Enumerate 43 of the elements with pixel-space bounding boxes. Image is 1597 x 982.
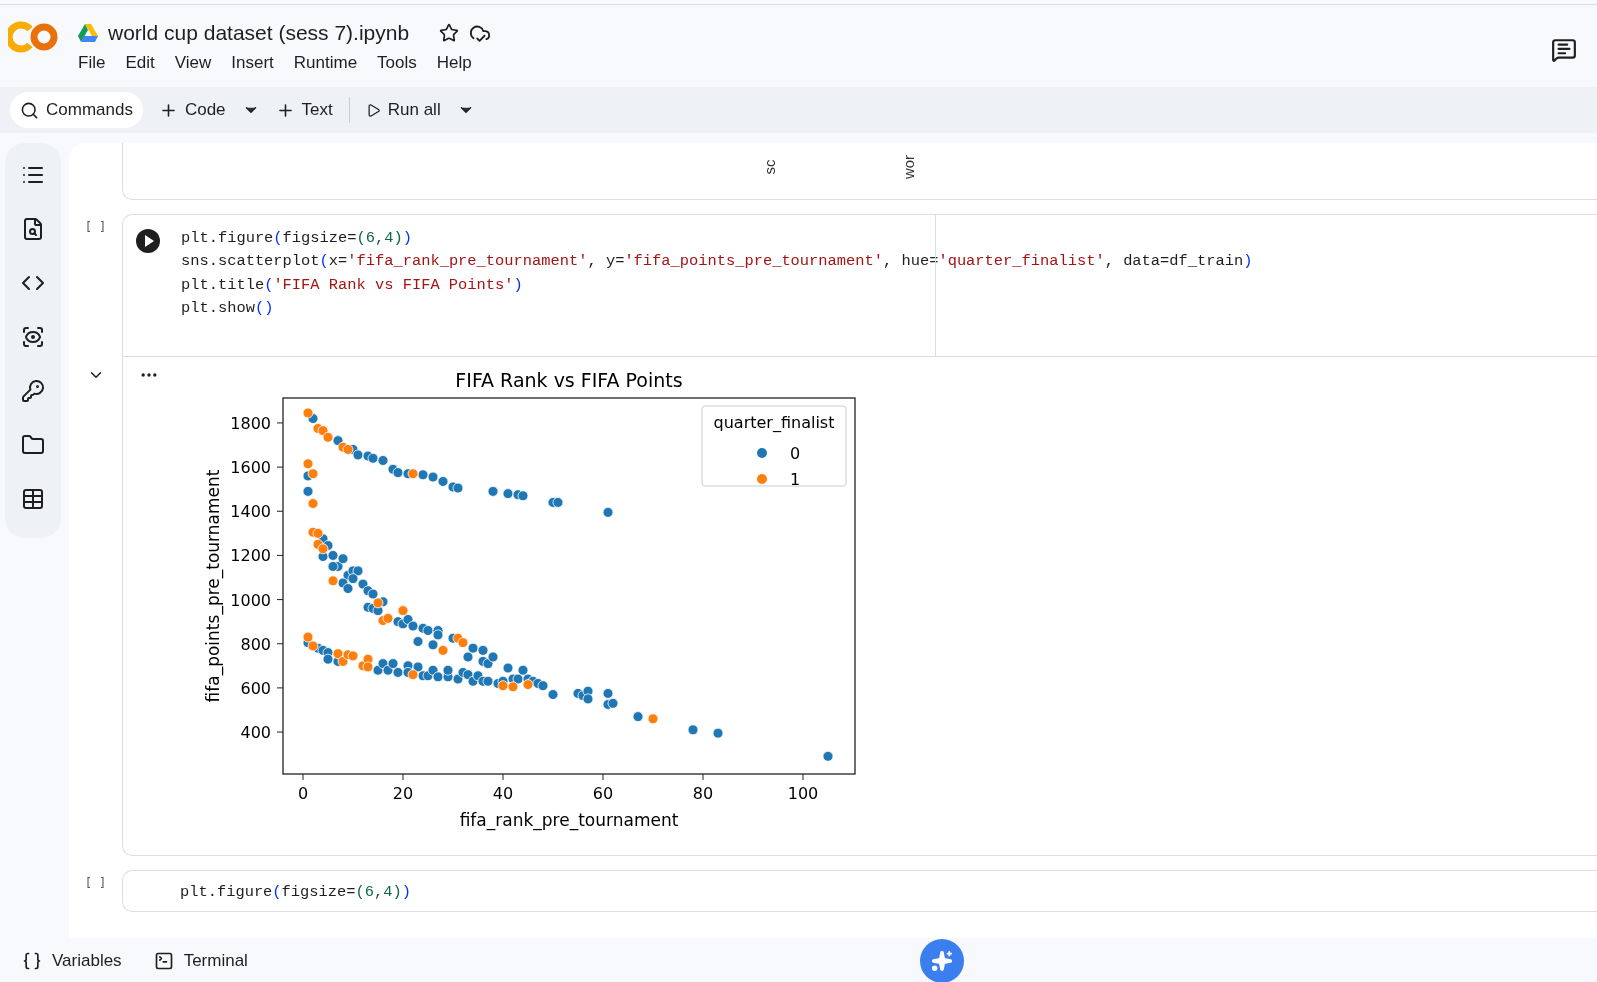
tick-label: 40: [492, 784, 514, 804]
notebook-title[interactable]: world cup dataset (sess 7).ipynb: [108, 21, 410, 45]
y-axis-label: fifa_points_pre_tournament: [203, 469, 223, 703]
menu-item[interactable]: Runtime: [293, 53, 358, 73]
code-line: sns.scatterplot(x='fifa_rank_pre_tournament', y='fifa_points_pre_tournament', hue='quarter_finalist', data=df_train): [181, 251, 1253, 273]
tick-label: 80: [692, 784, 714, 804]
commands-button[interactable]: Commands: [10, 92, 143, 128]
tick-label: 400: [240, 723, 271, 743]
tick-label: 600: [240, 679, 271, 699]
code-line: plt.figure(figsize=(6,4)): [181, 228, 413, 249]
legend-label: 1: [790, 470, 801, 490]
column-header: wor: [900, 154, 919, 180]
legend-title: quarter_finalist: [713, 413, 835, 433]
tick-label: 1800: [230, 414, 271, 434]
legend-label: 0: [790, 444, 801, 464]
code-line: plt.figure(figsize=(6,4)): [180, 882, 412, 904]
tick-label: 1000: [230, 590, 271, 610]
execution-count: [ ]: [84, 876, 107, 891]
toolbar-button[interactable]: Code: [148, 92, 236, 128]
chart-title: FIFA Rank vs FIFA Points: [455, 369, 683, 392]
tick-label: 1600: [230, 458, 271, 478]
tick-label: 800: [240, 634, 271, 654]
menu-item[interactable]: View: [174, 53, 212, 73]
menu-item[interactable]: File: [78, 53, 106, 73]
code-line: plt.title('FIFA Rank vs FIFA Points'): [181, 274, 524, 296]
menu-item[interactable]: Insert: [231, 53, 274, 73]
column-header: sc: [760, 159, 779, 175]
bottom-bar-button[interactable]: Variables: [22, 951, 122, 971]
execution-count: [ ]: [84, 220, 107, 234]
tick-label: 1400: [230, 502, 271, 522]
tick-label: 60: [592, 784, 614, 804]
x-axis-label: fifa_rank_pre_tournament: [459, 810, 679, 831]
menu-item[interactable]: Help: [436, 53, 472, 73]
tick-label: 20: [392, 784, 414, 804]
toolbar-button[interactable]: Run all: [355, 92, 451, 128]
toolbar-button[interactable]: Text: [265, 92, 343, 128]
tick-label: 100: [787, 784, 819, 804]
menu-item[interactable]: Edit: [125, 53, 155, 73]
bottom-bar-button[interactable]: Terminal: [153, 951, 248, 971]
menu-item[interactable]: Tools: [377, 53, 417, 73]
tick-label: 1200: [230, 546, 271, 566]
code-line: plt.show(): [181, 297, 275, 319]
tick-label: 0: [297, 784, 309, 804]
